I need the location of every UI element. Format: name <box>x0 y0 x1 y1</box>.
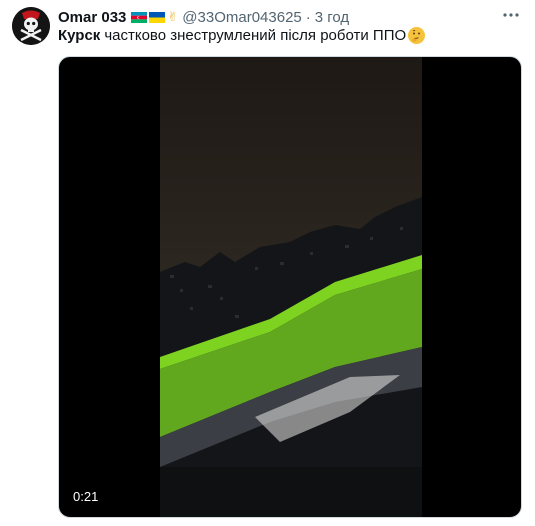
timestamp[interactable]: 3 год <box>315 9 349 26</box>
jolly-roger-icon <box>12 7 50 45</box>
victory-hand-icon: ✌ <box>167 9 179 24</box>
video-frame <box>160 57 422 517</box>
video-thumbnail <box>160 57 422 517</box>
user-handle[interactable]: @33Omar043625 <box>182 9 301 26</box>
separator-dot: · <box>305 8 311 26</box>
tweet: Omar 033 ✌ @33Omar043625 · 3 год Курск ч… <box>0 0 535 526</box>
tweet-bold-word: Курск <box>58 27 101 44</box>
video-player[interactable]: 0:21 <box>58 56 522 518</box>
tweet-text: Курск частково знеструмлений після робот… <box>58 27 426 44</box>
display-name[interactable]: Omar 033 <box>58 9 126 26</box>
avatar[interactable] <box>12 7 50 45</box>
tweet-header: Omar 033 ✌ @33Omar043625 · 3 год <box>58 7 349 27</box>
azerbaijan-flag-icon <box>131 11 148 23</box>
video-duration: 0:21 <box>69 488 103 505</box>
thinking-face-icon <box>408 27 426 44</box>
tweet-body: частково знеструмлений після роботи ППО <box>104 27 407 44</box>
more-options-icon[interactable] <box>501 5 521 25</box>
ukraine-flag-icon <box>149 11 166 23</box>
